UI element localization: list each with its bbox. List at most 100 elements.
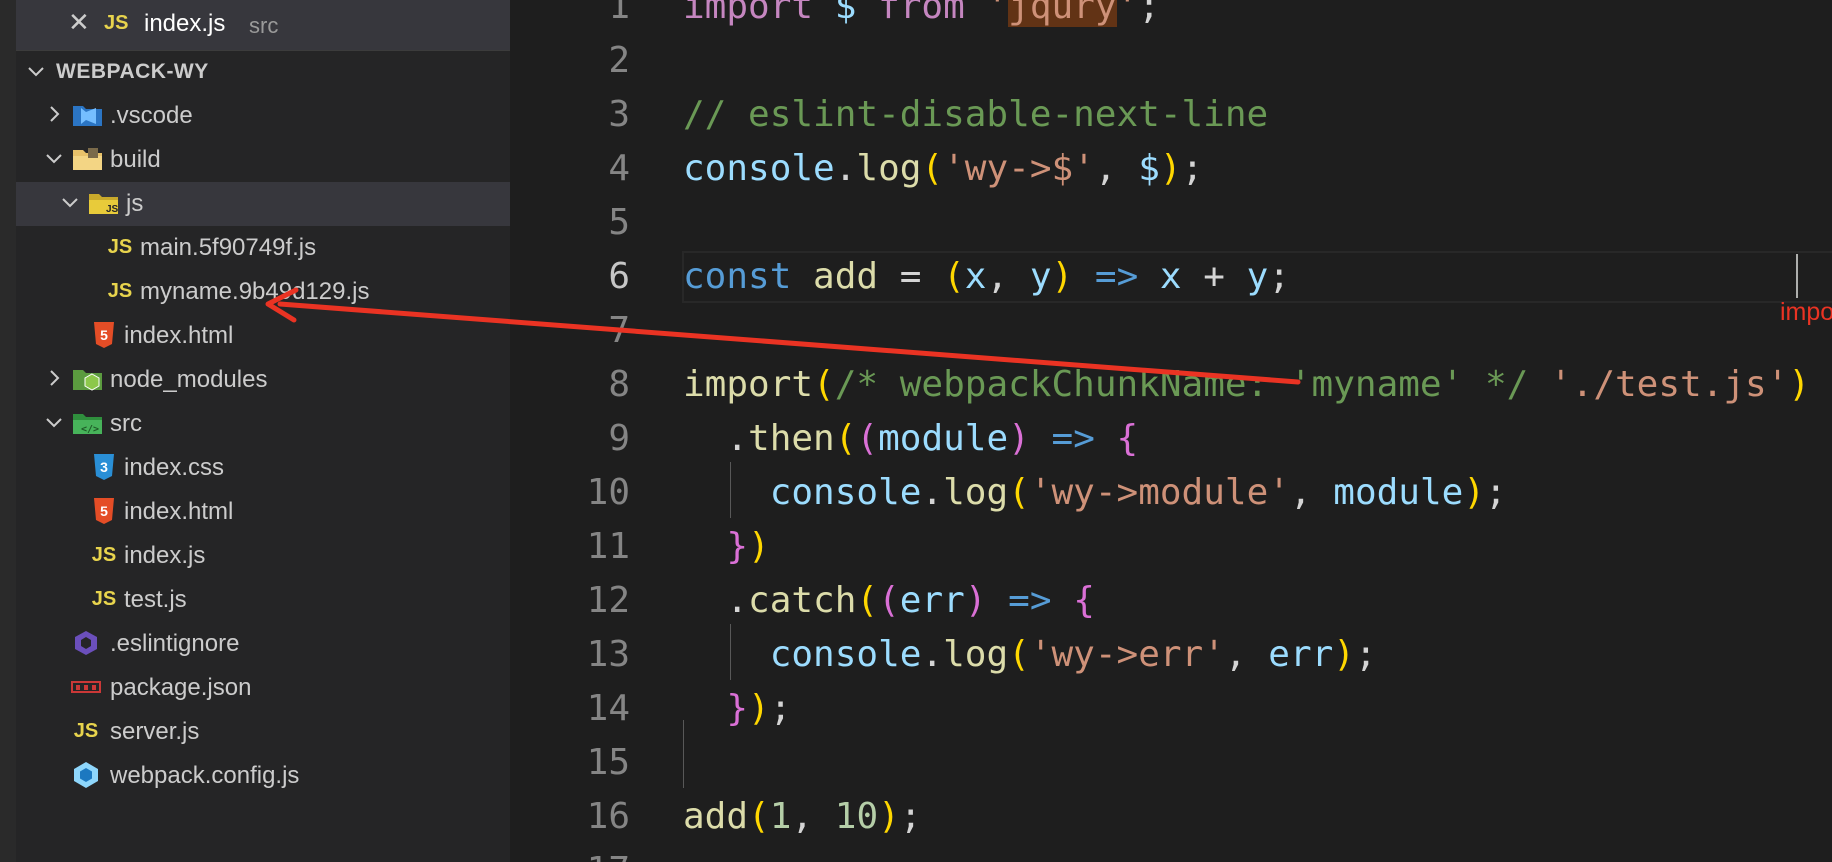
- code-token: ): [748, 526, 770, 567]
- code-line[interactable]: .catch((err) => {: [683, 580, 1095, 621]
- tree-item-label: main.5f90749f.js: [140, 234, 317, 261]
- html-icon: 5: [88, 321, 120, 349]
- webpack-icon: [70, 761, 102, 789]
- code-token: 1: [769, 796, 792, 837]
- code-token: ;: [1354, 634, 1377, 675]
- code-token: ;: [1268, 256, 1291, 297]
- code-token: ;: [769, 688, 792, 729]
- annotation-text: import 动态引入，分割自定义代码: [1780, 298, 1832, 326]
- folder-item[interactable]: node_modules: [16, 358, 510, 402]
- code-token: 'wy->err': [1029, 634, 1225, 675]
- file-item[interactable]: 5 index.html: [16, 314, 510, 358]
- file-item[interactable]: JS server.js: [16, 710, 510, 754]
- code-line[interactable]: const add = (x, y) => x + y;: [683, 256, 1290, 297]
- code-token: y: [1246, 256, 1269, 297]
- file-item[interactable]: 5 index.html: [16, 490, 510, 534]
- node-folder-icon: [72, 365, 104, 393]
- code-line[interactable]: }): [683, 526, 770, 567]
- js-icon: JS: [107, 235, 133, 258]
- code-line[interactable]: console.log('wy->err', err);: [683, 634, 1377, 675]
- code-token: $: [834, 0, 879, 27]
- tree-item-label: index.html: [124, 498, 234, 525]
- code-token: add: [683, 796, 749, 837]
- code-token: .: [921, 472, 944, 513]
- code-token: ,: [791, 796, 835, 837]
- file-item[interactable]: JS index.js: [16, 534, 510, 578]
- code-line[interactable]: add(1, 10);: [683, 796, 922, 837]
- explorer-sidebar: ✕ JS index.js src WEBPACK-WY .vscode buil…: [16, 0, 510, 862]
- chevron-down-icon[interactable]: [42, 410, 66, 434]
- code-token: ': [1116, 0, 1139, 27]
- code-token: ': [986, 0, 1009, 27]
- code-token: module: [1333, 472, 1464, 513]
- code-token: =>: [1094, 256, 1160, 297]
- chevron-down-icon: [28, 67, 44, 77]
- code-token: x: [964, 256, 987, 297]
- file-item[interactable]: 3 index.css: [16, 446, 510, 490]
- code-token: ): [878, 796, 900, 837]
- folder-item[interactable]: </> src: [16, 402, 510, 446]
- html-icon: 5: [88, 497, 120, 525]
- code-token: ;: [1138, 0, 1160, 27]
- file-item[interactable]: JS test.js: [16, 578, 510, 622]
- tree-item-label: .eslintignore: [110, 630, 240, 657]
- tree-item-label: index.html: [124, 322, 234, 349]
- code-line[interactable]: import(/* webpackChunkName: 'myname' */ …: [683, 364, 1810, 405]
- file-item[interactable]: JS myname.9b49d129.js: [16, 270, 510, 314]
- line-number: 5: [608, 202, 630, 243]
- file-item[interactable]: package.json: [16, 666, 510, 710]
- folder-item[interactable]: .vscode: [16, 94, 510, 138]
- code-token: 10: [834, 796, 879, 837]
- code-token: err: [1268, 634, 1334, 675]
- code-token: {: [1116, 418, 1139, 459]
- code-token: ): [964, 580, 1009, 621]
- code-token: catch: [748, 580, 857, 621]
- code-token: log: [856, 148, 922, 189]
- code-token: then: [748, 418, 835, 459]
- code-line[interactable]: });: [683, 688, 791, 729]
- code-line[interactable]: console.log('wy->$', $);: [683, 148, 1203, 189]
- file-item[interactable]: .eslintignore: [16, 622, 510, 666]
- project-header[interactable]: WEBPACK-WY: [16, 56, 510, 88]
- code-editor[interactable]: 1234567891011121314151617 import $ from …: [510, 0, 1832, 862]
- tree-item-label: test.js: [124, 586, 187, 613]
- folder-item[interactable]: build: [16, 138, 510, 182]
- line-number: 16: [586, 796, 630, 837]
- open-editor-filename: index.js: [144, 10, 226, 37]
- code-token: jqury: [1008, 0, 1117, 27]
- code-line[interactable]: // eslint-disable-next-line: [683, 94, 1268, 135]
- code-line[interactable]: console.log('wy->module', module);: [683, 472, 1507, 513]
- close-icon[interactable]: ✕: [68, 7, 90, 38]
- file-item[interactable]: JS main.5f90749f.js: [16, 226, 510, 270]
- code-token: import: [683, 0, 835, 27]
- code-line[interactable]: import $ from 'jqury';: [683, 0, 1160, 27]
- tree-item-label: .vscode: [110, 102, 193, 129]
- project-name: WEBPACK-WY: [56, 60, 209, 83]
- code-token: (: [856, 418, 879, 459]
- open-editor-item[interactable]: ✕ JS index.js src: [16, 0, 510, 50]
- tree-item-label: node_modules: [110, 366, 268, 393]
- open-editor-dir: src: [249, 13, 279, 38]
- code-token: 'wy->$': [943, 148, 1095, 189]
- chevron-right-icon[interactable]: [42, 366, 66, 390]
- chevron-right-icon[interactable]: [42, 102, 66, 126]
- code-token: ): [1463, 472, 1486, 513]
- chevron-down-icon[interactable]: [42, 146, 66, 170]
- js-icon: JS: [91, 587, 117, 610]
- line-number: 9: [608, 418, 630, 459]
- src-folder-icon: </>: [72, 409, 104, 437]
- code-token: (: [878, 580, 900, 621]
- npm-icon: [70, 673, 102, 701]
- divider: [16, 50, 510, 51]
- file-item[interactable]: webpack.config.js: [16, 754, 510, 798]
- js-icon: JS: [73, 719, 99, 742]
- js-icon: JS: [91, 543, 117, 566]
- line-number: 4: [608, 148, 630, 189]
- code-token: console: [769, 472, 922, 513]
- code-line[interactable]: .then((module) => {: [683, 418, 1138, 459]
- code-token: const: [683, 256, 814, 297]
- folder-item[interactable]: JS js: [16, 182, 510, 226]
- line-number: 6: [608, 256, 630, 297]
- chevron-down-icon[interactable]: [58, 190, 82, 214]
